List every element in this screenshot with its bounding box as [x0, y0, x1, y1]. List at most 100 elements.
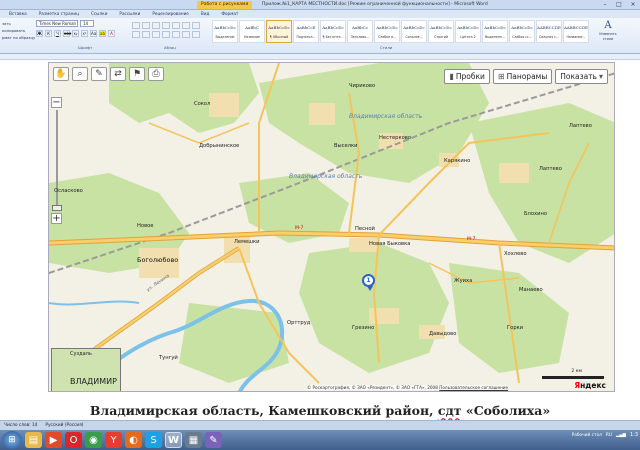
ruler-tool-icon[interactable]: ✎ [91, 67, 107, 81]
input-language[interactable]: RU [606, 433, 612, 438]
minimize-icon[interactable]: – [598, 0, 612, 10]
bold-button[interactable]: Ж [36, 30, 43, 37]
style-name: ¶ Обычный [269, 35, 289, 39]
style-gallery-item[interactable]: AaBbC Название [239, 20, 265, 43]
style-sample: AaBbCcDc [214, 25, 236, 30]
hand-tool-icon[interactable]: ✋ [53, 67, 69, 81]
map-image[interactable]: ✋ ⌕ ✎ ⇄ ⚑ ⎙ − + ▮ Пробки ⊞ Панорамы Показа… [48, 62, 615, 392]
magnifier-tool-icon[interactable]: ⌕ [72, 67, 88, 81]
align-center-icon[interactable] [142, 31, 150, 38]
tab-references[interactable]: Ссылки [86, 10, 112, 18]
tab-view[interactable]: Вид [196, 10, 215, 18]
media-player-icon[interactable]: ▶ [45, 432, 62, 448]
zoom-track[interactable] [56, 110, 58, 210]
style-name: ¶ Без инте... [322, 35, 344, 39]
map-place-label: Горки [507, 325, 524, 331]
style-gallery-item[interactable]: AaBbCcDc Слабое в... [374, 20, 400, 43]
style-gallery-item[interactable]: AaBbCcDc ¶ Без инте... [320, 20, 346, 43]
shading-icon[interactable] [182, 31, 190, 38]
desktop-label[interactable]: Рабочий стол [572, 433, 602, 438]
align-left-icon[interactable] [132, 31, 140, 38]
style-gallery-item[interactable]: AaBbCcDc ¶ Обычный [266, 20, 292, 43]
title-bar: Работа с рисунками Прилож.№1_КАРТА МЕСТН… [0, 0, 640, 10]
zoom-out-icon[interactable]: − [51, 97, 62, 108]
show-marks-icon[interactable] [192, 22, 200, 29]
print-tool-icon[interactable]: ⎙ [148, 67, 164, 81]
show-dropdown[interactable]: Показать ▾ [555, 69, 608, 84]
panoramas-button[interactable]: ⊞ Панорамы [492, 69, 553, 84]
yandex-browser-icon[interactable]: Y [105, 432, 122, 448]
cut-button[interactable]: зать [2, 20, 30, 27]
word-count[interactable]: Число слов: 14 [4, 421, 37, 430]
language-indicator[interactable]: Русский (Россия) [45, 421, 83, 430]
network-icon[interactable]: ▂▄▆ [616, 433, 626, 438]
copyright-text: © Роскартография, © ЗАО «Резидент», © ЗА… [307, 385, 438, 390]
style-gallery-item[interactable]: AaBbCcE Подзагол... [293, 20, 319, 43]
chrome-icon[interactable]: ◉ [85, 432, 102, 448]
style-gallery-item[interactable]: AABBCCDE Название... [563, 20, 589, 43]
strikethrough-button[interactable]: abc [63, 30, 71, 37]
tab-mailings[interactable]: Рассылки [114, 10, 145, 18]
sort-icon[interactable] [182, 22, 190, 29]
style-gallery-item[interactable]: AaBbCcDc Цитата 2 [455, 20, 481, 43]
paint-icon[interactable]: ✎ [205, 432, 222, 448]
opera-icon[interactable]: O [65, 432, 82, 448]
decrease-indent-icon[interactable] [162, 22, 170, 29]
tab-insert[interactable]: Вставка [4, 10, 32, 18]
borders-icon[interactable] [192, 31, 200, 38]
route-tool-icon[interactable]: ⇄ [110, 67, 126, 81]
style-gallery-item[interactable]: AaBbCc Заголово... [347, 20, 373, 43]
system-tray: Рабочий стол RU ▂▄▆ 1:3 [572, 432, 638, 438]
copy-button[interactable]: копировать [2, 27, 30, 34]
case-button[interactable]: Aa [90, 30, 97, 37]
word-taskbar-button[interactable]: W [165, 432, 182, 448]
style-gallery-item[interactable]: AaBbCcDc Выделенн... [482, 20, 508, 43]
terms-link[interactable]: Пользовательское соглашение [439, 385, 508, 390]
caption-sdt: сдт [437, 403, 462, 418]
align-right-icon[interactable] [152, 31, 160, 38]
font-name-select[interactable]: Times New Roman [36, 20, 78, 27]
format-painter-button[interactable]: рмат по образцу [2, 34, 35, 41]
subscript-button[interactable]: x₂ [72, 30, 79, 37]
traffic-icon: ▮ [449, 72, 454, 81]
traffic-button[interactable]: ▮ Пробки [444, 69, 490, 84]
justify-icon[interactable] [162, 31, 170, 38]
tab-review[interactable]: Рецензирование [147, 10, 194, 18]
yandex-logo: Яндекс [574, 381, 606, 390]
style-gallery-item[interactable]: AaBbCcDc Слабая сс... [509, 20, 535, 43]
line-spacing-icon[interactable] [172, 31, 180, 38]
numbering-icon[interactable] [142, 22, 150, 29]
bullets-icon[interactable] [132, 22, 140, 29]
tab-page-layout[interactable]: Разметка страниц [34, 10, 84, 18]
font-color-button[interactable]: A [108, 30, 115, 37]
skype-icon[interactable]: S [145, 432, 162, 448]
italic-button[interactable]: К [45, 30, 52, 37]
explorer-icon[interactable]: ▤ [25, 432, 42, 448]
calculator-icon[interactable]: ▦ [185, 432, 202, 448]
close-icon[interactable]: × [626, 0, 640, 10]
clock[interactable]: 1:3 [630, 432, 638, 438]
browser-icon[interactable]: ◐ [125, 432, 142, 448]
highlight-button[interactable]: ab [99, 30, 106, 37]
change-styles-button[interactable]: A Изменить стили [597, 20, 619, 43]
zoom-slider-thumb[interactable] [52, 205, 62, 211]
caption-text: Владимирская область, Камешковский район… [89, 403, 434, 418]
map-place-label: Манаево [519, 287, 543, 293]
font-size-select[interactable]: 14 [80, 20, 94, 27]
picture-tools-tab[interactable]: Работа с рисунками [197, 1, 253, 9]
style-gallery-item[interactable]: AABBCCDE Сильная с... [536, 20, 562, 43]
chevron-down-icon: ▾ [598, 72, 603, 81]
marker-tool-icon[interactable]: ⚑ [129, 67, 145, 81]
start-button[interactable]: ⊞ [2, 431, 22, 449]
style-gallery-item[interactable]: AaBbCcDc Строгий [428, 20, 454, 43]
maximize-icon[interactable]: □ [612, 0, 626, 10]
overview-minimap[interactable]: Суздаль ВЛАДИМИР [51, 348, 121, 391]
tab-format[interactable]: Формат [216, 10, 243, 18]
superscript-button[interactable]: x² [81, 30, 88, 37]
style-gallery-item[interactable]: AaBbCcDc Выделение [212, 20, 238, 43]
underline-button[interactable]: Ч [54, 30, 61, 37]
increase-indent-icon[interactable] [172, 22, 180, 29]
zoom-in-icon[interactable]: + [51, 213, 62, 224]
style-gallery-item[interactable]: AaBbCcDc Сильное... [401, 20, 427, 43]
multilevel-icon[interactable] [152, 22, 160, 29]
